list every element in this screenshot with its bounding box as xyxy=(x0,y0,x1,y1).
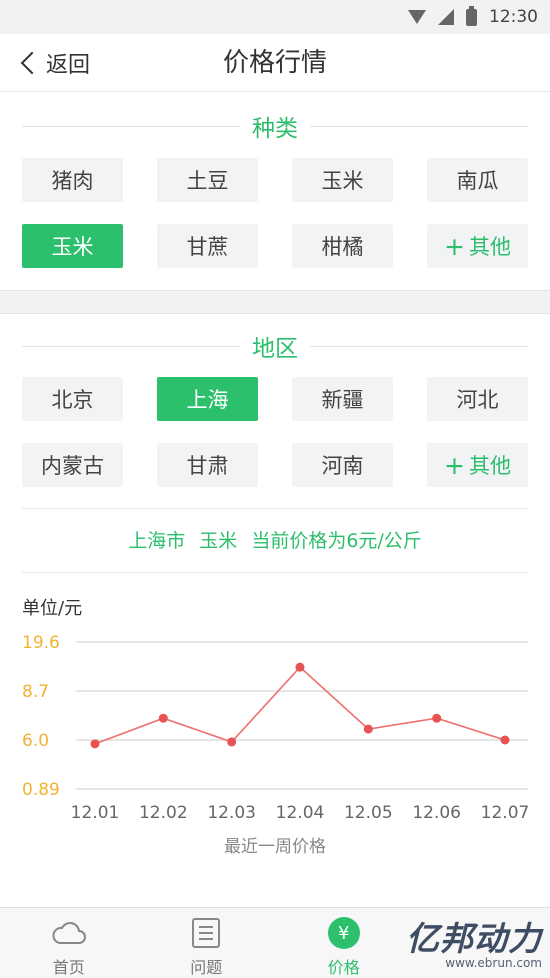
category-chip-sugarcane[interactable]: 甘蔗 xyxy=(157,224,258,268)
status-bar: 12:30 xyxy=(0,0,550,34)
signal-icon xyxy=(438,9,454,25)
data-point xyxy=(295,662,305,672)
tab-home[interactable]: 首页 xyxy=(0,908,138,978)
nav-bar: 返回 价格行情 xyxy=(0,34,550,92)
chart-x-caption: 最近一周价格 xyxy=(224,837,326,857)
region-other-label: 其他 xyxy=(468,454,511,478)
tab-questions[interactable]: 问题 xyxy=(138,908,276,978)
data-point xyxy=(227,737,237,747)
category-chip-pumpkin[interactable]: 南瓜 xyxy=(427,158,528,202)
price-line-chart: 19.6 8.7 6.0 0.89 12.01 12.02 12.03 12.04 12.05 1… xyxy=(22,633,530,823)
region-chip-beijing[interactable]: 北京 xyxy=(22,377,123,421)
category-chip-citrus[interactable]: 柑橘 xyxy=(292,224,393,268)
region-chip-other[interactable]: + 其他 xyxy=(427,443,528,487)
x-tick-label: 12.05 xyxy=(344,803,393,823)
summary-city: 上海市 xyxy=(128,530,186,552)
y-tick-label: 19.6 xyxy=(22,633,60,653)
x-tick-label: 12.03 xyxy=(207,803,256,823)
x-tick-label: 12.01 xyxy=(71,803,120,823)
region-chip-xinjiang[interactable]: 新疆 xyxy=(292,377,393,421)
region-chip-hebei[interactable]: 河北 xyxy=(427,377,528,421)
tab-more[interactable] xyxy=(413,908,550,978)
data-point xyxy=(90,739,100,749)
region-heading-text: 地区 xyxy=(252,336,298,362)
cloud-icon xyxy=(51,916,87,950)
category-chip-corn-selected[interactable]: 玉米 xyxy=(22,224,123,268)
region-chip-henan[interactable]: 河南 xyxy=(292,443,393,487)
category-chip-other[interactable]: + 其他 xyxy=(427,224,528,268)
category-chip-potato[interactable]: 土豆 xyxy=(157,158,258,202)
chart-y-unit-label: 单位/元 xyxy=(22,598,83,619)
data-point xyxy=(432,713,442,723)
y-tick-label: 8.7 xyxy=(22,682,49,702)
chevron-left-icon xyxy=(20,51,44,75)
tab-price[interactable]: ¥ 价格 xyxy=(275,908,413,978)
yen-icon: ¥ xyxy=(326,916,362,950)
price-summary: 上海市 玉米 当前价格为6元/公斤 xyxy=(0,526,550,553)
y-tick-label: 6.0 xyxy=(22,731,49,751)
category-heading-text: 种类 xyxy=(252,116,298,142)
x-tick-label: 12.07 xyxy=(481,803,530,823)
list-icon xyxy=(188,916,224,950)
status-time: 12:30 xyxy=(489,7,538,27)
bottom-tab-bar: 首页 问题 ¥ 价格 xyxy=(0,907,550,978)
tab-price-label: 价格 xyxy=(327,958,360,977)
summary-crop: 玉米 xyxy=(199,530,238,552)
more-tab-icon xyxy=(463,916,499,950)
y-tick-label: 0.89 xyxy=(22,780,60,800)
category-chip-pork[interactable]: 猪肉 xyxy=(22,158,123,202)
back-button[interactable]: 返回 xyxy=(18,34,90,92)
x-tick-label: 12.06 xyxy=(412,803,461,823)
region-chip-inner-mongolia[interactable]: 内蒙古 xyxy=(22,443,123,487)
wifi-icon xyxy=(408,10,426,24)
region-heading: 地区 xyxy=(22,331,528,362)
plus-icon: + xyxy=(444,450,465,480)
x-tick-label: 12.02 xyxy=(139,803,188,823)
divider xyxy=(22,508,528,509)
x-tick-label: 12.04 xyxy=(276,803,325,823)
category-chip-corn[interactable]: 玉米 xyxy=(292,158,393,202)
region-chip-gansu[interactable]: 甘肃 xyxy=(157,443,258,487)
plus-icon: + xyxy=(444,231,465,261)
battery-icon xyxy=(466,5,477,26)
region-chip-shanghai-selected[interactable]: 上海 xyxy=(157,377,258,421)
back-label: 返回 xyxy=(46,53,91,78)
tab-home-label: 首页 xyxy=(52,958,85,977)
category-heading: 种类 xyxy=(22,111,528,142)
tab-questions-label: 问题 xyxy=(190,958,223,977)
data-point xyxy=(158,713,168,723)
summary-price: 当前价格为6元/公斤 xyxy=(251,530,422,552)
data-point xyxy=(363,724,373,734)
divider xyxy=(22,572,528,573)
category-other-label: 其他 xyxy=(468,235,511,259)
section-separator xyxy=(0,290,550,314)
data-point xyxy=(500,735,510,745)
series-line xyxy=(94,666,506,745)
